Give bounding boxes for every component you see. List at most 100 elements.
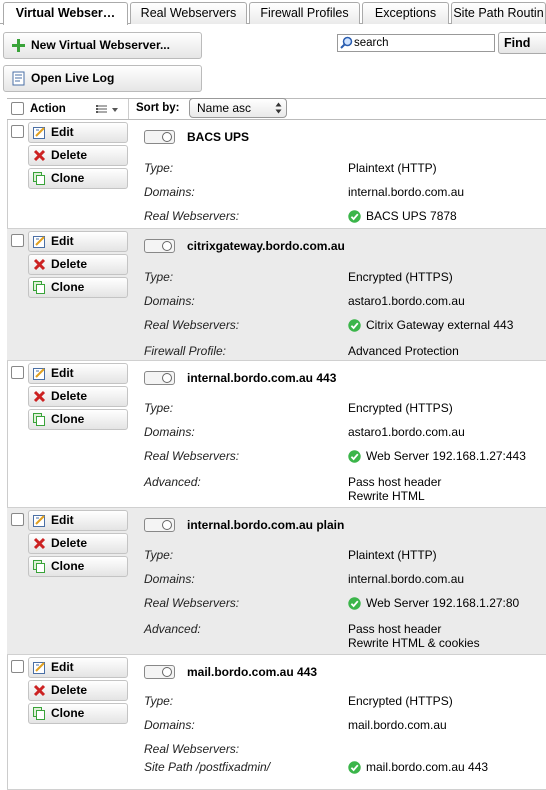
status-ok-icon [348, 450, 361, 463]
list-menu-icon[interactable] [96, 104, 120, 115]
field-label: Type: [144, 401, 174, 415]
field-value: BACS UPS 7878 [348, 209, 457, 223]
find-button[interactable]: Find [498, 32, 546, 54]
clone-icon [33, 281, 45, 294]
field-label: Advanced: [144, 475, 201, 489]
field-value-text: Citrix Gateway external 443 [366, 318, 514, 332]
row-checkbox[interactable] [11, 125, 24, 138]
clone-button[interactable]: Clone [28, 703, 128, 724]
field-value-text: Pass host header [348, 622, 442, 636]
field-value-text: Web Server 192.168.1.27:80 [366, 596, 520, 610]
delete-button-label: Delete [51, 683, 88, 697]
toggle-knob [162, 520, 172, 530]
tab-real-webservers[interactable]: Real Webservers [130, 2, 247, 24]
clone-button[interactable]: Clone [28, 409, 128, 430]
enable-toggle[interactable] [144, 239, 175, 253]
field-value-text: mail.bordo.com.au [348, 718, 447, 732]
sort-select[interactable]: Name asc [189, 98, 287, 118]
field-value: astaro1.bordo.com.au [348, 294, 465, 308]
field-value-text: Encrypted (HTTPS) [348, 694, 453, 708]
tab-virtual-webservers[interactable]: Virtual Webser… [3, 2, 128, 25]
row-checkbox[interactable] [11, 513, 24, 526]
edit-icon [33, 127, 45, 139]
clone-button-label: Clone [51, 706, 85, 720]
delete-button[interactable]: Delete [28, 386, 128, 407]
field-label: Domains: [144, 185, 195, 199]
new-virtual-webserver-button[interactable]: New Virtual Webserver... [3, 32, 202, 59]
toggle-knob [162, 373, 172, 383]
field-value-text: mail.bordo.com.au 443 [366, 760, 489, 774]
clone-button[interactable]: Clone [28, 556, 128, 577]
edit-icon [33, 236, 45, 248]
enable-toggle[interactable] [144, 518, 175, 532]
edit-button[interactable]: Edit [28, 122, 128, 143]
delete-button[interactable]: Delete [28, 533, 128, 554]
edit-button-label: Edit [51, 366, 74, 380]
field-value: internal.bordo.com.au [348, 185, 464, 199]
edit-button-label: Edit [51, 660, 74, 674]
webserver-name: internal.bordo.com.au plain [187, 518, 345, 532]
tab-bar: Virtual Webser… Real Webservers Firewall… [0, 0, 546, 25]
select-arrows-icon [275, 102, 282, 114]
edit-button[interactable]: Edit [28, 363, 128, 384]
row-checkbox[interactable] [11, 234, 24, 247]
row-checkbox[interactable] [11, 366, 24, 379]
clone-button[interactable]: Clone [28, 168, 128, 189]
field-label: Advanced: [144, 622, 201, 636]
tab-firewall-profiles[interactable]: Firewall Profiles [249, 2, 360, 24]
field-value-text: Plaintext (HTTP) [348, 548, 437, 562]
webserver-row: Edit Delete Clone citrixgateway.bordo.com.a… [7, 229, 546, 361]
log-icon [12, 71, 25, 86]
field-label: Domains: [144, 572, 195, 586]
enable-toggle[interactable] [144, 371, 175, 385]
search-icon [340, 36, 353, 49]
open-live-log-button[interactable]: Open Live Log [3, 65, 202, 92]
clone-icon [33, 560, 45, 573]
enable-toggle[interactable] [144, 665, 175, 679]
field-value: Advanced Protection [348, 344, 459, 358]
clone-icon [33, 413, 45, 426]
field-label: Real Webservers: [144, 318, 240, 332]
field-label: Domains: [144, 425, 195, 439]
sort-select-value: Name asc [197, 101, 252, 115]
search-input[interactable]: search [337, 34, 495, 52]
field-value: Web Server 192.168.1.27:443 [348, 449, 526, 463]
field-value: Encrypted (HTTPS) [348, 401, 453, 415]
field-label: Type: [144, 548, 174, 562]
delete-icon [33, 390, 46, 403]
delete-button[interactable]: Delete [28, 254, 128, 275]
field-label: Real Webservers: [144, 742, 240, 756]
delete-button-label: Delete [51, 148, 88, 162]
field-value: Encrypted (HTTPS) [348, 694, 453, 708]
clone-button-label: Clone [51, 280, 85, 294]
clone-icon [33, 707, 45, 720]
enable-toggle[interactable] [144, 130, 175, 144]
edit-button[interactable]: Edit [28, 231, 128, 252]
delete-icon [33, 258, 46, 271]
field-value-text: Encrypted (HTTPS) [348, 401, 453, 415]
select-all-checkbox[interactable] [11, 102, 24, 115]
clone-button[interactable]: Clone [28, 277, 128, 298]
field-value: Pass host header [348, 475, 441, 489]
webserver-row: Edit Delete Clone internal.bordo.com.au pla… [7, 508, 546, 655]
tab-exceptions[interactable]: Exceptions [362, 2, 449, 24]
delete-icon [33, 684, 46, 697]
edit-button[interactable]: Edit [28, 657, 128, 678]
field-value-text: Pass host header [348, 475, 442, 489]
header-divider [128, 99, 129, 119]
delete-button-label: Delete [51, 257, 88, 271]
webserver-name: internal.bordo.com.au 443 [187, 371, 337, 385]
field-value-text: internal.bordo.com.au [348, 572, 465, 586]
row-checkbox[interactable] [11, 660, 24, 673]
action-column-header: Action [30, 103, 66, 115]
field-value-text: astaro1.bordo.com.au [348, 294, 465, 308]
status-ok-icon [348, 319, 361, 332]
delete-button[interactable]: Delete [28, 680, 128, 701]
tab-site-path-routing[interactable]: Site Path Routin [451, 2, 546, 24]
edit-button[interactable]: Edit [28, 510, 128, 531]
delete-button[interactable]: Delete [28, 145, 128, 166]
clone-button-label: Clone [51, 171, 85, 185]
webserver-row: Edit Delete Clone BACS UPS Type: Plaintext (H… [7, 120, 546, 229]
plus-icon [12, 39, 25, 52]
field-value: Encrypted (HTTPS) [348, 270, 453, 284]
